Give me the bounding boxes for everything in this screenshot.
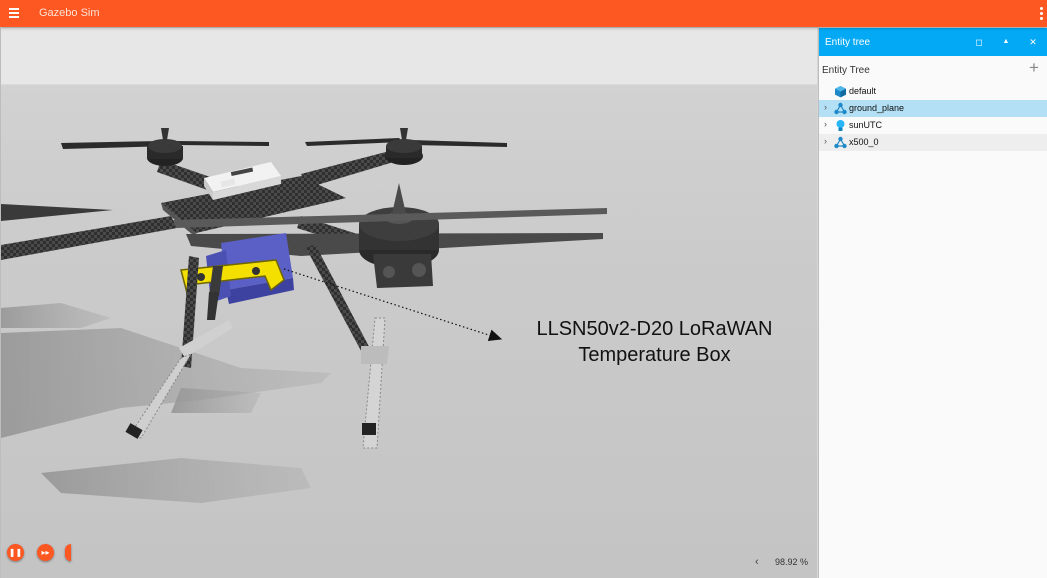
plus-icon[interactable]: + bbox=[1026, 59, 1042, 76]
tree-item-label: sunUTC bbox=[849, 120, 883, 130]
close-icon[interactable]: ✕ bbox=[1026, 35, 1040, 49]
tree-item-default[interactable]: default bbox=[819, 83, 1047, 100]
partial-control-button[interactable] bbox=[65, 544, 71, 561]
pause-icon: ❚❚ bbox=[8, 548, 23, 557]
light-bulb-icon bbox=[836, 120, 845, 131]
drone-shadow bbox=[1, 303, 331, 503]
real-time-factor: 98.92 % bbox=[775, 557, 809, 567]
tree-item-label: ground_plane bbox=[849, 103, 905, 113]
tree-item-x500-0[interactable]: › x500_0 bbox=[819, 134, 1047, 151]
scene-3d-viewport[interactable]: LLSN50v2-D20 LoRaWAN Temperature Box ❚❚ … bbox=[0, 28, 817, 578]
chevron-right-icon[interactable]: › bbox=[824, 136, 827, 146]
chevron-right-icon[interactable]: › bbox=[824, 119, 827, 129]
fast-forward-icon: ▸▸ bbox=[41, 548, 50, 557]
model-icon bbox=[834, 136, 847, 149]
panel-header: Entity tree ◻ ▲ ✕ bbox=[819, 28, 1047, 56]
annotation-line-1: LLSN50v2-D20 LoRaWAN bbox=[536, 318, 773, 340]
hamburger-menu-icon[interactable] bbox=[6, 6, 22, 20]
step-button[interactable]: ▸▸ bbox=[37, 544, 54, 561]
entity-list: default › ground_plane › sunUTC › x500_0 bbox=[819, 83, 1047, 151]
tree-item-ground-plane[interactable]: › ground_plane bbox=[819, 100, 1047, 117]
world-cube-icon bbox=[835, 86, 846, 98]
app-bar: Gazebo Sim bbox=[0, 0, 1047, 27]
collapse-icon[interactable]: ▲ bbox=[999, 35, 1013, 49]
restore-icon[interactable]: ◻ bbox=[972, 35, 986, 49]
tree-item-label: default bbox=[849, 86, 877, 96]
annotation-line-2: Temperature Box bbox=[578, 344, 731, 366]
tree-item-sunutc[interactable]: › sunUTC bbox=[819, 117, 1047, 134]
app-title: Gazebo Sim bbox=[39, 7, 100, 19]
rtf-toggle-button[interactable]: ‹ bbox=[755, 556, 759, 568]
more-options-icon[interactable] bbox=[1038, 6, 1046, 22]
panel-title: Entity tree bbox=[825, 37, 871, 48]
annotation-label: LLSN50v2-D20 LoRaWAN Temperature Box bbox=[517, 316, 792, 368]
tree-item-label: x500_0 bbox=[849, 137, 879, 147]
drone-model bbox=[1, 128, 607, 503]
play-pause-button[interactable]: ❚❚ bbox=[7, 544, 24, 561]
chevron-right-icon[interactable]: › bbox=[824, 102, 827, 112]
entity-tree-panel: Entity tree ◻ ▲ ✕ Entity Tree + default … bbox=[818, 28, 1047, 578]
tree-label: Entity Tree bbox=[822, 65, 870, 76]
model-icon bbox=[834, 102, 847, 115]
